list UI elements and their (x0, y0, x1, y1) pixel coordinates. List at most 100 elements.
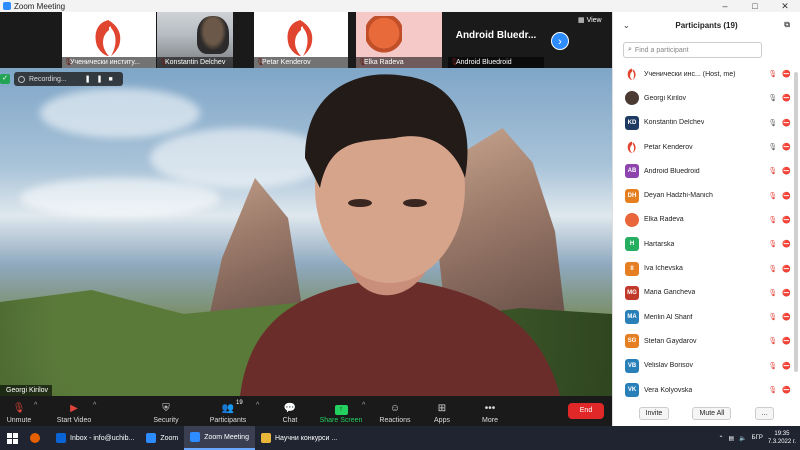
security-button[interactable]: ⛨ Security (150, 396, 182, 426)
audio-options-caret-icon[interactable]: ^ (34, 402, 37, 409)
participant-row[interactable]: AB Android Bluedroid 🎙 ⛔ (613, 159, 793, 183)
end-meeting-button[interactable]: End (568, 403, 604, 419)
participant-row[interactable]: SG Stefan Gaydarov 🎙 ⛔ (613, 329, 793, 353)
volume-icon[interactable]: 🔈 (739, 435, 746, 442)
popout-icon[interactable]: ⧉ (784, 20, 790, 30)
participant-row[interactable]: MA Merilin Al Sharif 🎙 ⛔ (613, 305, 793, 329)
avatar (625, 91, 639, 106)
window-controls: – □ ✕ (710, 0, 800, 12)
main-video[interactable]: ✓ Recording... ❚❚■ Georgi Kirilov (0, 68, 612, 396)
mic-off-icon: 🎙 (768, 338, 778, 346)
participant-row[interactable]: II Iva Ichevska 🎙 ⛔ (613, 256, 793, 280)
stop-icon[interactable]: ■ (108, 76, 118, 83)
participant-status-icons: 🎙 ⛔ (768, 70, 791, 78)
participant-status-icons: 🎙 ⛔ (768, 119, 791, 127)
unmute-button[interactable]: 🎙 Unmute (4, 396, 34, 426)
participant-row[interactable]: Georgi Kirilov 🎙 ⛔ (613, 86, 793, 110)
tile-name: Konstantin Delchev (157, 57, 233, 68)
participant-status-icons: 🎙 ⛔ (768, 94, 791, 102)
participant-list-scrollbar[interactable] (794, 72, 798, 372)
apps-button[interactable]: ⊞ Apps (430, 396, 454, 426)
taskbar-item[interactable]: Zoom (140, 426, 184, 450)
tile-name: Petar Kenderov (254, 57, 348, 68)
mic-off-icon: 🎙 (768, 265, 778, 273)
participant-row[interactable]: KD Konstantin Delchev 🎙 ⛔ (613, 111, 793, 135)
invite-button[interactable]: Invite (638, 406, 670, 420)
camera-off-icon: ⛔ (782, 387, 791, 394)
participant-name: Stefan Gaydarov (644, 337, 697, 345)
collapse-chevron-icon[interactable]: ⌄ (623, 21, 630, 30)
language-indicator[interactable]: БГР (752, 435, 763, 441)
participant-row[interactable]: Elka Radeva 🎙 ⛔ (613, 208, 793, 232)
video-tile[interactable]: 🎙 Konstantin Delchev (157, 12, 233, 68)
participant-name: Maria Gancheva (644, 289, 696, 297)
share-options-caret-icon[interactable]: ^ (362, 402, 365, 409)
camera-off-icon: ⛔ (782, 95, 791, 103)
app-icon (146, 433, 157, 443)
participant-row[interactable]: MG Maria Gancheva 🎙 ⛔ (613, 281, 793, 305)
taskbar-item-label: Inbox - info@uchib... (70, 434, 135, 442)
more-button[interactable]: ••• More (478, 396, 502, 426)
start-video-label: Start Video (56, 417, 92, 424)
participants-button[interactable]: 👥 Participants (206, 396, 250, 426)
taskbar-item-firefox[interactable] (24, 426, 50, 450)
avatar: H (625, 237, 639, 252)
view-button[interactable]: ▦ View (578, 16, 602, 24)
start-video-button[interactable]: ▶ Start Video (54, 396, 94, 426)
reactions-button[interactable]: ☺ Reactions (376, 396, 414, 426)
mic-off-icon: 🎙 (768, 314, 778, 322)
panel-more-button[interactable]: ... (754, 406, 775, 420)
tile-name: Ученически институ... (62, 57, 156, 68)
taskbar-item[interactable]: Zoom Meeting (184, 426, 255, 450)
participant-row[interactable]: DH Deyan Hadzhi-Manich 🎙 ⛔ (613, 183, 793, 207)
maximize-icon[interactable]: □ (740, 0, 770, 12)
share-screen-button[interactable]: ↑ Share Screen (318, 396, 364, 426)
video-tile[interactable]: 🎙 Petar Kenderov (254, 12, 348, 68)
participant-status-icons: 🎙 ⛔ (768, 167, 791, 175)
participant-row[interactable]: H Hartarska 🎙 ⛔ (613, 232, 793, 256)
camera-off-icon: ⛔ (782, 71, 791, 79)
network-icon[interactable]: ▤ (728, 435, 734, 442)
system-tray: ⌃ ▤ 🔈 БГР 19:35 7.3.2022 г. (718, 430, 800, 446)
camera-off-icon: ⛔ (782, 192, 791, 200)
mic-off-icon: 🎙 (768, 168, 778, 176)
video-tile[interactable]: Android Bluedr... 🎙 Android Bluedroid (448, 12, 544, 68)
apps-label: Apps (434, 417, 450, 424)
clock-time: 19:35 (774, 431, 790, 437)
start-button[interactable] (0, 426, 24, 450)
video-tile[interactable]: 🎙 Elka Radeva (356, 12, 442, 68)
camera-off-icon: ⛔ (782, 144, 791, 152)
avatar: VB (625, 358, 639, 373)
video-tile[interactable]: 🎙 Ученически институ... (62, 12, 156, 68)
camera-off-icon: ⛔ (782, 289, 791, 297)
participant-row[interactable]: Petar Kenderov 🎙 ⛔ (613, 135, 793, 159)
chat-button[interactable]: 💬 Chat (278, 396, 302, 426)
participant-status-icons: 🎙 ⛔ (768, 192, 791, 200)
participant-row[interactable]: Ученически инс... (Host, me) 🎙 ⛔ (613, 62, 793, 86)
participants-caret-icon[interactable]: ^ (256, 402, 259, 409)
participant-name: Vera Kolyovska (644, 386, 693, 394)
minimize-icon[interactable]: – (710, 0, 740, 12)
tray-icon[interactable]: ⌃ (718, 435, 723, 442)
pause-icon[interactable]: ❚❚ (85, 76, 109, 83)
thumbnail-strip: 🎙 Ученически институ... 🎙 Konstantin Del… (0, 12, 612, 68)
participant-row[interactable]: VB Velislav Borisov 🎙 ⛔ (613, 354, 793, 378)
unmute-label: Unmute (6, 417, 32, 424)
mute-all-button[interactable]: Mute All (692, 406, 732, 420)
taskbar-item[interactable]: Научни конкурси ... (255, 426, 343, 450)
close-icon[interactable]: ✕ (770, 0, 800, 12)
recording-controls: ❚❚■ (85, 75, 119, 83)
mic-off-icon: 🎙 (768, 241, 778, 249)
taskbar-item[interactable]: Inbox - info@uchib... (50, 426, 140, 450)
window-title: Zoom Meeting (14, 1, 66, 11)
camera-off-icon: ⛔ (782, 265, 791, 273)
firefox-icon (30, 433, 40, 443)
video-options-caret-icon[interactable]: ^ (93, 402, 96, 409)
avatar (625, 212, 639, 227)
clock[interactable]: 19:35 7.3.2022 г. (768, 430, 796, 446)
participant-search-input[interactable]: ⌕ Find a participant (623, 42, 762, 58)
next-page-button[interactable]: › (551, 32, 569, 50)
camera-off-icon: ⛔ (782, 168, 791, 176)
meeting-area: 🎙 Ученически институ... 🎙 Konstantin Del… (0, 12, 612, 426)
participant-row[interactable]: VK Vera Kolyovska 🎙 ⛔ (613, 378, 793, 402)
